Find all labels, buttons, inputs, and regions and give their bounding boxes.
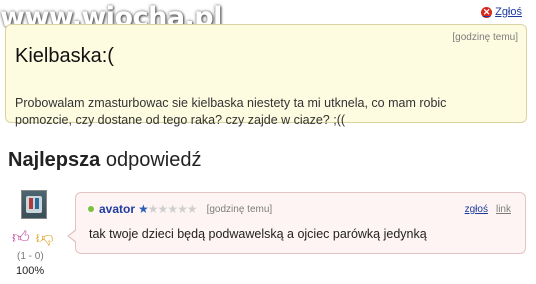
avatar-picture	[26, 196, 42, 213]
avatar-figure	[29, 198, 33, 209]
answer-username[interactable]: avator	[99, 202, 135, 216]
heading-rest: odpowiedź	[105, 149, 202, 171]
avatar-figure	[35, 198, 39, 209]
vote-count: (1 - 0)	[17, 251, 44, 262]
answer-header: avator ★★★★★★ [godzinę temu]	[88, 202, 272, 216]
best-answer-heading: Najlepsza odpowiedź	[8, 149, 201, 172]
vote-buttons: 👍︎ 👍︎	[12, 228, 54, 248]
star-icon: ★	[138, 202, 149, 216]
question-body-line: pomozcie, czy dostane od tego raka? czy …	[15, 113, 346, 127]
close-icon: ✕	[481, 6, 493, 18]
question-body-line: Probowalam zmasturbowac sie kielbaska ni…	[15, 96, 447, 110]
question-body: Probowalam zmasturbowac sie kielbaska ni…	[15, 95, 485, 129]
answer-text: tak twoje dzieci będą podwawelską a ojci…	[89, 227, 427, 241]
star-rating: ★★★★★★	[138, 202, 198, 216]
thumbs-down-icon[interactable]: 👍︎	[36, 228, 54, 248]
answer-box: avator ★★★★★★ [godzinę temu] zgłoś link …	[67, 192, 526, 254]
question-title: Kielbaska:(	[15, 45, 114, 67]
report-answer-link[interactable]: zgłoś	[465, 204, 488, 215]
heading-bold: Najlepsza	[8, 149, 101, 171]
question-box: [godzinę temu] Kielbaska:( Probowalam zm…	[5, 24, 527, 127]
vote-percent: 100%	[16, 265, 45, 277]
report-label: Zgłoś	[495, 6, 522, 18]
thumbs-up-icon[interactable]: 👍︎	[12, 228, 30, 248]
permalink[interactable]: link	[496, 204, 511, 215]
online-dot-icon	[88, 206, 94, 212]
report-question-link[interactable]: ✕ Zgłoś	[481, 6, 522, 18]
answer-links: zgłoś link	[465, 204, 511, 215]
avatar[interactable]	[21, 190, 47, 219]
answer-time: [godzinę temu]	[206, 203, 273, 215]
question-time: [godzinę temu]	[452, 32, 518, 43]
